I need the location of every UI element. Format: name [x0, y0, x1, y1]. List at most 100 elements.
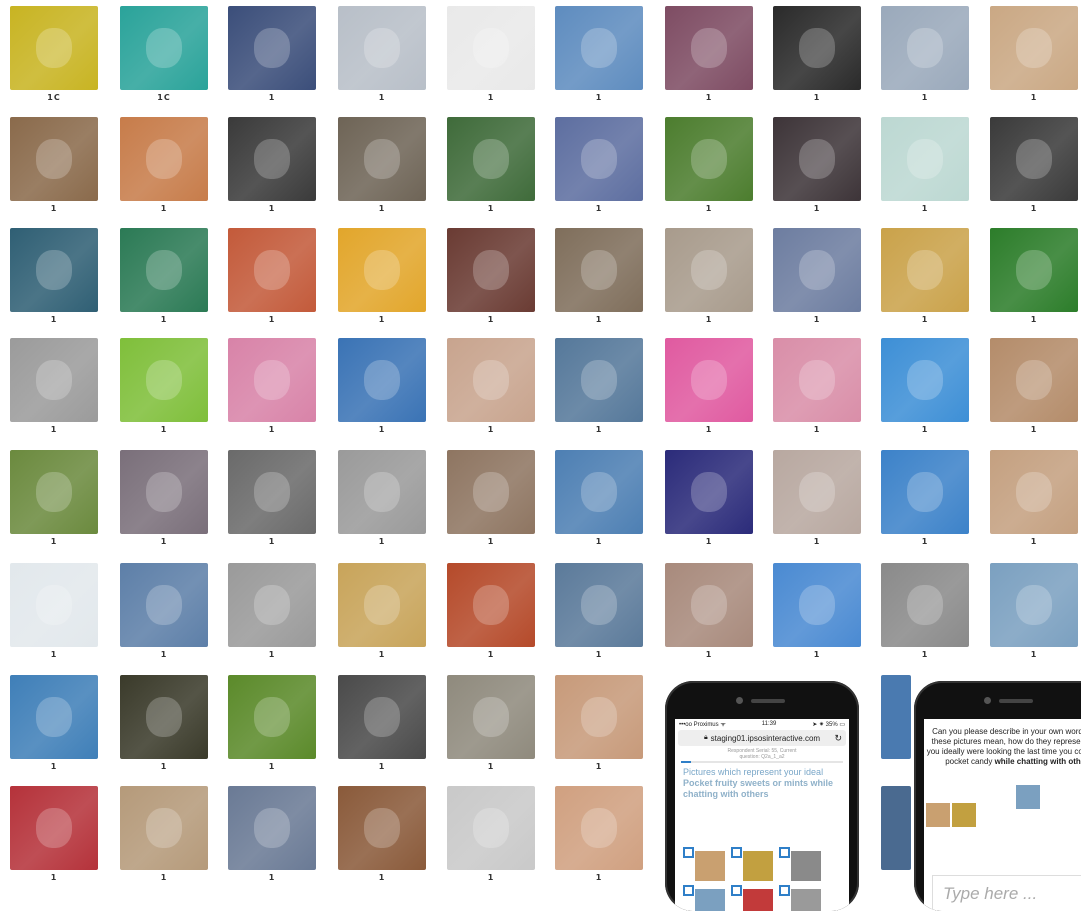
picture-subject [36, 585, 72, 625]
grid-cell: 1 [447, 786, 535, 884]
picture-number: 1 [595, 93, 603, 102]
picture-thumbnail [990, 338, 1078, 422]
picture-number: 1 [160, 537, 168, 546]
picture-thumbnail [120, 228, 208, 312]
picture-option[interactable] [683, 847, 729, 883]
picture-thumbnail [555, 338, 643, 422]
picture-thumbnail [447, 228, 535, 312]
picture-option[interactable] [683, 885, 729, 911]
picture-subject [581, 139, 617, 179]
grid-cell: 1 [665, 450, 753, 548]
picture-thumbnail [555, 675, 643, 759]
picture-thumbnail [881, 6, 969, 90]
picture-subject [799, 139, 835, 179]
picture-number: 1 [50, 650, 58, 659]
picture-subject [1016, 250, 1052, 290]
picture-thumbnail [665, 228, 753, 312]
picture-number: 1 [487, 873, 495, 882]
picture-number: 1 [268, 873, 276, 882]
picture-option[interactable] [731, 885, 777, 911]
grid-cell: 1 [555, 563, 643, 661]
picture-number: 1 [595, 650, 603, 659]
picture-thumbnail [338, 228, 426, 312]
picture-subject [473, 808, 509, 848]
picture-subject [1016, 28, 1052, 68]
picture-number: 1 [50, 873, 58, 882]
phone-camera [736, 697, 743, 704]
picture-number: 1 [487, 204, 495, 213]
picture-subject [364, 472, 400, 512]
picture-subject [146, 139, 182, 179]
carrier-label: •••oo Proximus ᯤ [679, 722, 726, 728]
picture-number: 1 [378, 425, 386, 434]
picture-thumbnail [447, 117, 535, 201]
option-checkbox[interactable] [779, 847, 790, 858]
picture-thumbnail [338, 338, 426, 422]
picture-option[interactable] [731, 847, 777, 883]
picture-thumbnail [665, 450, 753, 534]
picture-subject [146, 472, 182, 512]
picture-number: 1 [268, 315, 276, 324]
grid-cell: 1 [665, 563, 753, 661]
picture-thumbnail [881, 675, 911, 759]
grid-cell: 1 [555, 117, 643, 215]
picture-option[interactable] [779, 847, 825, 883]
picture-subject [1016, 139, 1052, 179]
answer-textarea[interactable]: Type here ... [932, 875, 1081, 911]
reload-icon[interactable]: ↻ [834, 733, 842, 744]
picture-number: 1 [921, 537, 929, 546]
picture-number: 1 [705, 425, 713, 434]
option-checkbox[interactable] [731, 847, 742, 858]
picture-thumbnail [881, 450, 969, 534]
picture-number: 1 [487, 650, 495, 659]
picture-subject [36, 360, 72, 400]
picture-subject [254, 472, 290, 512]
picture-number: 1 [595, 425, 603, 434]
picture-subject [581, 697, 617, 737]
grid-cell: 1 [555, 6, 643, 104]
picture-subject [581, 250, 617, 290]
grid-cell: 1 [228, 338, 316, 436]
picture-thumbnail [338, 563, 426, 647]
picture-number: 1 [50, 425, 58, 434]
phone-screen: •••oo Proximus ᯤ 11:39 ➤ ✷ 35% ▭ 🔒︎ stag… [675, 719, 849, 911]
picture-number: 1 [378, 873, 386, 882]
option-checkbox[interactable] [683, 847, 694, 858]
question-bold: Pocket fruity sweets or mints while chat… [683, 778, 834, 799]
grid-cell: 1 [773, 450, 861, 548]
selected-picture [952, 803, 976, 827]
picture-subject [36, 28, 72, 68]
battery-label: ➤ ✷ 35% ▭ [812, 721, 845, 728]
picture-subject [36, 250, 72, 290]
picture-thumbnail [555, 563, 643, 647]
picture-subject [907, 585, 943, 625]
picture-subject [473, 472, 509, 512]
picture-option[interactable] [779, 885, 825, 911]
picture-number: 1 [378, 315, 386, 324]
grid-cell: 1 [990, 563, 1078, 661]
picture-subject [581, 472, 617, 512]
grid-cell: 1 [447, 675, 535, 773]
url-bar[interactable]: 🔒︎ staging01.ipsosinteractive.com ↻ [678, 730, 846, 746]
picture-thumbnail [120, 563, 208, 647]
picture-number: 1 [487, 425, 495, 434]
grid-cell: 1 [773, 6, 861, 104]
picture-subject [473, 250, 509, 290]
picture-subject [799, 360, 835, 400]
picture-thumbnail [338, 6, 426, 90]
picture-subject [36, 139, 72, 179]
phone-camera [984, 697, 991, 704]
picture-number: 1 [268, 204, 276, 213]
picture-thumbnail [881, 117, 969, 201]
picture-number: 1 [1030, 315, 1038, 324]
picture-number: 1 [160, 315, 168, 324]
picture-number: 1 [1030, 650, 1038, 659]
picture-subject [799, 28, 835, 68]
picture-thumbnail [338, 450, 426, 534]
picture-subject [364, 250, 400, 290]
picture-subject [364, 28, 400, 68]
picture-thumbnail [555, 450, 643, 534]
picture-number: 1 [50, 204, 58, 213]
grid-cell: 1 [990, 450, 1078, 548]
grid-cell: 1 [773, 563, 861, 661]
